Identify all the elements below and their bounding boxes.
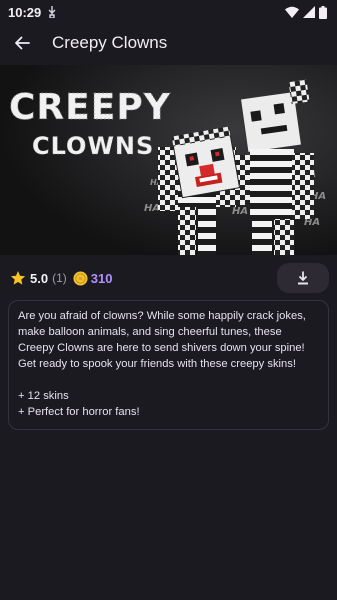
download-icon	[298, 271, 308, 285]
description-card: Are you afraid of clowns? While some hap…	[8, 300, 329, 430]
description-line-1: Are you afraid of clowns? While some hap…	[18, 310, 306, 322]
banner-title-line2: CLOWNS	[32, 132, 154, 160]
price: 310	[90, 270, 113, 286]
back-button[interactable]	[8, 29, 36, 57]
signal-icon	[303, 6, 315, 18]
info-row: 5.0 (1) 310	[0, 263, 337, 293]
coin-icon	[73, 270, 88, 286]
back-arrow-icon	[15, 36, 30, 50]
feature-item: + Perfect for horror fans!	[18, 406, 140, 418]
banner-laugh-3: HA	[232, 206, 248, 217]
battery-icon	[319, 5, 327, 19]
description-line-3: Creepy Clowns are here to send shivers d…	[18, 342, 305, 354]
status-time: 10:29	[8, 4, 42, 20]
download-button[interactable]	[277, 263, 329, 293]
status-bar: 10:29	[0, 0, 337, 24]
banner-image: CREEPY CLOWNS HA HA HA HA HA HA HA	[0, 65, 337, 255]
page-title: Creepy Clowns	[52, 33, 168, 52]
wifi-icon	[285, 6, 299, 18]
banner-title-line1: CREEPY	[9, 87, 171, 128]
description-line-4: Get ready to spook your friends with the…	[18, 358, 296, 370]
rating-value: 5.0	[30, 270, 49, 286]
feature-item: + 12 skins	[18, 390, 69, 402]
description-line-2: make balloon animals, and sing cheerful …	[18, 326, 282, 338]
banner-laugh-1: HA	[144, 203, 160, 214]
usb-icon	[48, 6, 56, 18]
star-icon	[10, 271, 26, 285]
rating-count: (1)	[52, 271, 67, 285]
app-bar: Creepy Clowns	[0, 24, 337, 62]
